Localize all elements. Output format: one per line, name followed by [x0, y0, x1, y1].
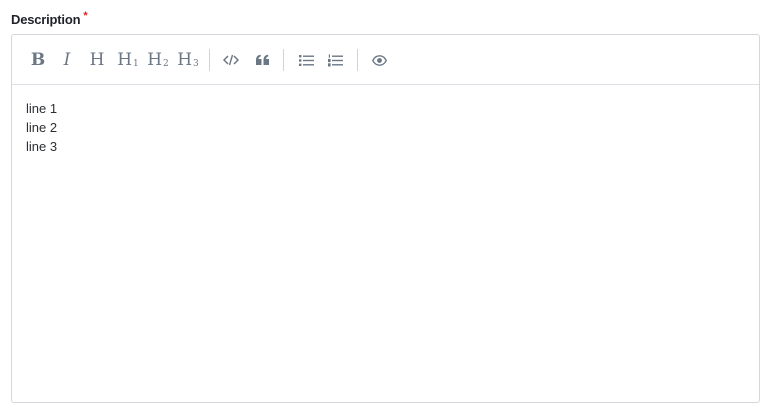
heading-2-button[interactable]: H2	[146, 49, 170, 71]
content-line: line 3	[26, 139, 58, 154]
heading-1-level: 1	[133, 59, 139, 69]
code-button[interactable]	[221, 49, 241, 71]
ordered-list-icon	[327, 54, 343, 66]
content-line: line 1	[26, 101, 58, 116]
italic-button[interactable]: I	[58, 49, 76, 71]
editor-content[interactable]: line 1 line 2 line 3	[26, 99, 57, 156]
heading-1-letter: H	[117, 50, 133, 70]
heading-1-button[interactable]: H1	[116, 49, 140, 71]
heading-button[interactable]: H	[88, 49, 106, 71]
required-asterisk: *	[83, 10, 88, 22]
ordered-list-button[interactable]	[325, 49, 345, 71]
description-label: Description *	[11, 10, 88, 27]
description-label-text: Description	[11, 12, 81, 27]
heading-3-level: 3	[193, 59, 199, 69]
unordered-list-icon	[298, 54, 314, 66]
heading-2-level: 2	[163, 59, 169, 69]
heading-3-letter: H	[177, 50, 193, 70]
quote-icon	[255, 54, 269, 65]
markdown-editor: B I H H1 H2 H3 line 1 line 2 line 3	[11, 34, 760, 403]
heading-3-button[interactable]: H3	[176, 49, 200, 71]
code-icon	[223, 54, 239, 66]
heading-2-letter: H	[147, 50, 163, 70]
content-line: line 2	[26, 120, 58, 135]
quote-button[interactable]	[252, 49, 272, 71]
editor-toolbar: B I H H1 H2 H3	[12, 35, 759, 85]
toolbar-divider	[357, 49, 358, 71]
unordered-list-button[interactable]	[296, 49, 316, 71]
bold-button[interactable]: B	[29, 49, 47, 71]
preview-button[interactable]	[369, 49, 389, 71]
preview-eye-icon	[371, 54, 387, 66]
toolbar-divider	[283, 49, 284, 71]
toolbar-divider	[209, 49, 210, 71]
